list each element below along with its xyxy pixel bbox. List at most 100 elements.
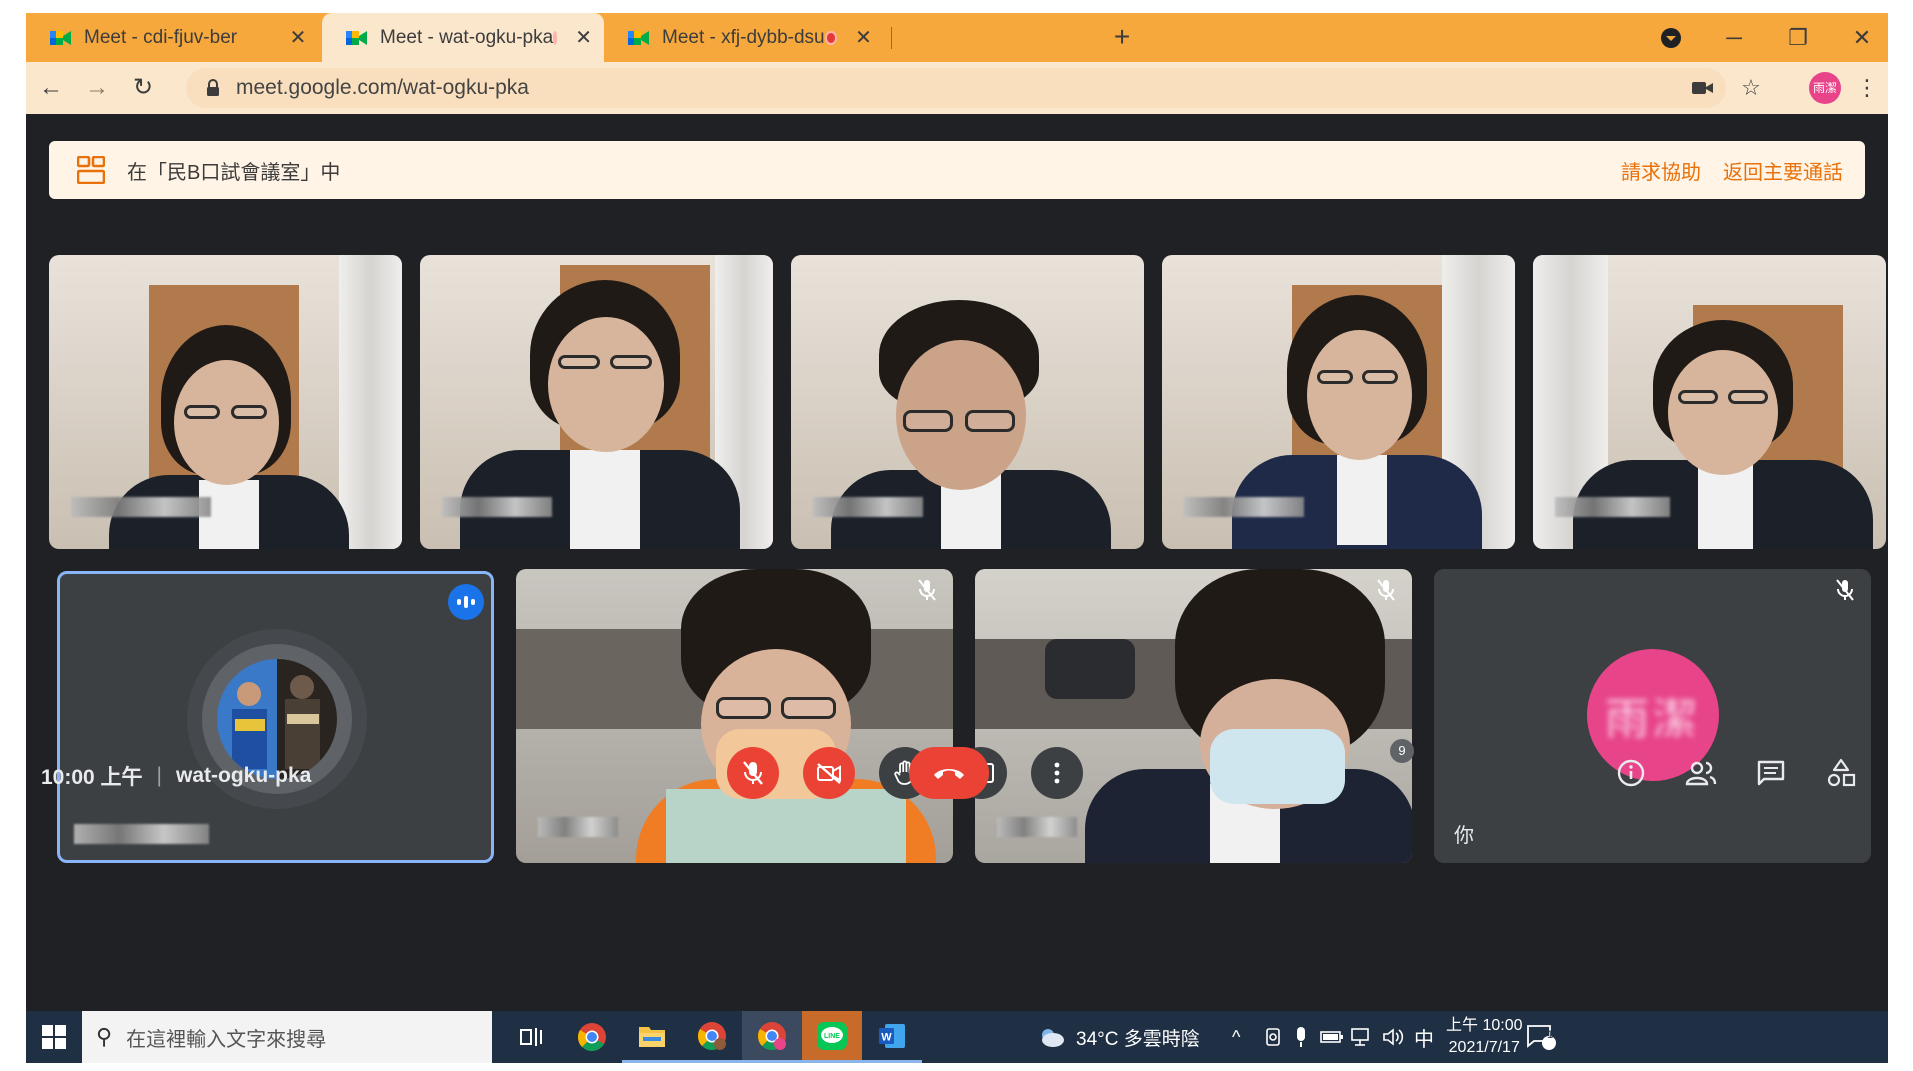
glasses xyxy=(1317,370,1353,384)
microphone-tray-icon[interactable] xyxy=(1294,1011,1308,1063)
participant-tile[interactable] xyxy=(516,569,953,863)
svg-text:LINE: LINE xyxy=(824,1033,840,1040)
reload-icon[interactable]: ↻ xyxy=(126,71,160,105)
notification-count: 1 xyxy=(1546,1029,1554,1041)
close-window-icon[interactable]: ✕ xyxy=(1845,21,1879,55)
network-icon[interactable] xyxy=(1350,1011,1374,1063)
input-method-indicator[interactable]: 中 xyxy=(1414,1011,1434,1063)
participant-name-blurred xyxy=(74,824,209,844)
camera-in-use-icon[interactable] xyxy=(1689,74,1717,102)
leave-call-button[interactable] xyxy=(909,747,989,799)
people-icon xyxy=(1685,761,1717,786)
new-tab-button[interactable]: + xyxy=(1105,21,1139,55)
face-mask xyxy=(1210,729,1345,804)
meet-favicon-icon xyxy=(50,29,72,47)
participant-face xyxy=(1668,350,1778,475)
glasses xyxy=(1728,390,1768,404)
chrome-profile-icon[interactable] xyxy=(682,1011,742,1063)
recording-indicator-icon xyxy=(553,30,558,45)
request-help-link[interactable]: 請求協助 xyxy=(1621,156,1701,185)
bookmark-star-icon[interactable]: ☆ xyxy=(1737,74,1765,102)
tab-meet-2[interactable]: Meet - wat-ogku-pka ✕ xyxy=(322,13,604,62)
meet-favicon-icon xyxy=(628,29,650,47)
taskbar-clock[interactable]: 上午 10:00 2021/7/17 xyxy=(1446,1011,1523,1063)
minimize-icon[interactable]: ─ xyxy=(1717,21,1751,55)
profile-menu-icon[interactable] xyxy=(1654,21,1688,55)
task-view-icon[interactable] xyxy=(502,1011,562,1063)
curtain xyxy=(339,255,402,549)
glasses xyxy=(781,697,836,719)
participant-tile[interactable] xyxy=(791,255,1144,549)
toggle-mic-button[interactable] xyxy=(727,747,779,799)
participant-count-badge: 9 xyxy=(1390,739,1414,763)
url-text: meet.google.com/wat-ogku-pka xyxy=(236,76,529,99)
meeting-info-button[interactable] xyxy=(1611,753,1651,793)
search-icon: ⚲ xyxy=(96,1024,113,1049)
clock-time: 上午 10:00 xyxy=(1446,1017,1523,1034)
mic-off-icon xyxy=(743,761,763,785)
participant-tile[interactable] xyxy=(1162,255,1515,549)
people-button[interactable] xyxy=(1681,753,1721,793)
participant-tile[interactable] xyxy=(975,569,1412,863)
notifications-button[interactable]: 1 xyxy=(1526,1011,1556,1063)
weather-text: 34°C 多雲時陰 xyxy=(1076,1028,1200,1050)
word-icon[interactable]: W xyxy=(862,1011,922,1063)
self-avatar-initials: 雨潔 xyxy=(1605,695,1701,744)
tab-title: Meet - xfj-dybb-dsu xyxy=(662,26,825,48)
more-options-button[interactable] xyxy=(1031,747,1083,799)
meet-now-icon[interactable] xyxy=(1264,1011,1284,1063)
forward-arrow-icon[interactable]: → xyxy=(80,71,114,105)
weather-widget[interactable]: 34°C 多雲時陰 xyxy=(1036,1011,1200,1063)
line-app-icon[interactable]: LINE xyxy=(802,1011,862,1063)
activities-icon xyxy=(1827,758,1856,787)
participant-tile[interactable] xyxy=(420,255,773,549)
glasses xyxy=(716,697,771,719)
activities-button[interactable] xyxy=(1821,753,1861,793)
tab-meet-3[interactable]: Meet - xfj-dybb-dsu ✕ xyxy=(604,13,886,62)
hangup-icon xyxy=(934,769,964,779)
restore-icon[interactable]: ❐ xyxy=(1781,21,1815,55)
back-arrow-icon[interactable]: ← xyxy=(34,71,68,105)
toggle-camera-button[interactable] xyxy=(803,747,855,799)
tab-separator xyxy=(891,27,892,49)
chrome-icon[interactable] xyxy=(562,1011,622,1063)
participant-name-blurred xyxy=(442,497,552,517)
taskbar-search-box[interactable]: ⚲ 在這裡輸入文字來搜尋 xyxy=(82,1011,492,1063)
separator: | xyxy=(156,764,163,787)
chat-button[interactable] xyxy=(1751,753,1791,793)
meeting-info-icon xyxy=(1617,759,1645,787)
chrome-profile-active-icon[interactable] xyxy=(742,1011,802,1063)
tab-title: Meet - wat-ogku-pka xyxy=(380,26,554,48)
glasses xyxy=(903,410,953,432)
browser-menu-icon[interactable]: ⋮ xyxy=(1853,74,1881,102)
breakout-room-banner: 在「民B口試會議室」中 請求協助 返回主要通話 xyxy=(49,141,1865,199)
participant-tile[interactable] xyxy=(1533,255,1886,549)
volume-icon[interactable] xyxy=(1382,1011,1404,1063)
tab-title: Meet - cdi-fjuv-ber xyxy=(84,26,238,48)
self-tile[interactable]: 雨潔 你 xyxy=(1434,569,1871,863)
bag xyxy=(1045,639,1135,699)
participant-face xyxy=(1307,330,1412,460)
glasses xyxy=(558,355,600,369)
show-hidden-icons[interactable]: ^ xyxy=(1232,1011,1240,1063)
close-tab-icon[interactable]: ✕ xyxy=(288,25,308,50)
battery-icon[interactable] xyxy=(1320,1011,1344,1063)
close-tab-icon[interactable]: ✕ xyxy=(855,25,872,50)
address-bar[interactable]: meet.google.com/wat-ogku-pka xyxy=(186,68,1726,108)
glasses xyxy=(184,405,220,419)
participant-shirt xyxy=(570,450,640,549)
participant-tile-speaking[interactable] xyxy=(57,571,494,863)
close-tab-icon[interactable]: ✕ xyxy=(575,25,592,50)
file-explorer-icon[interactable] xyxy=(622,1011,682,1063)
browser-toolbar: ← → ↻ meet.google.com/wat-ogku-pka ☆ 雨潔 … xyxy=(26,62,1888,114)
recording-indicator-icon xyxy=(824,30,838,45)
audio-level-icon xyxy=(448,584,484,620)
windows-start-button[interactable] xyxy=(42,1025,66,1049)
svg-text:W: W xyxy=(881,1031,892,1043)
return-main-call-link[interactable]: 返回主要通話 xyxy=(1723,156,1843,185)
participant-tile[interactable] xyxy=(49,255,402,549)
tab-meet-1[interactable]: Meet - cdi-fjuv-ber ✕ xyxy=(26,13,322,62)
lock-icon xyxy=(206,79,220,97)
profile-avatar[interactable]: 雨潔 xyxy=(1809,72,1841,104)
clock-date: 2021/7/17 xyxy=(1448,1039,1520,1056)
